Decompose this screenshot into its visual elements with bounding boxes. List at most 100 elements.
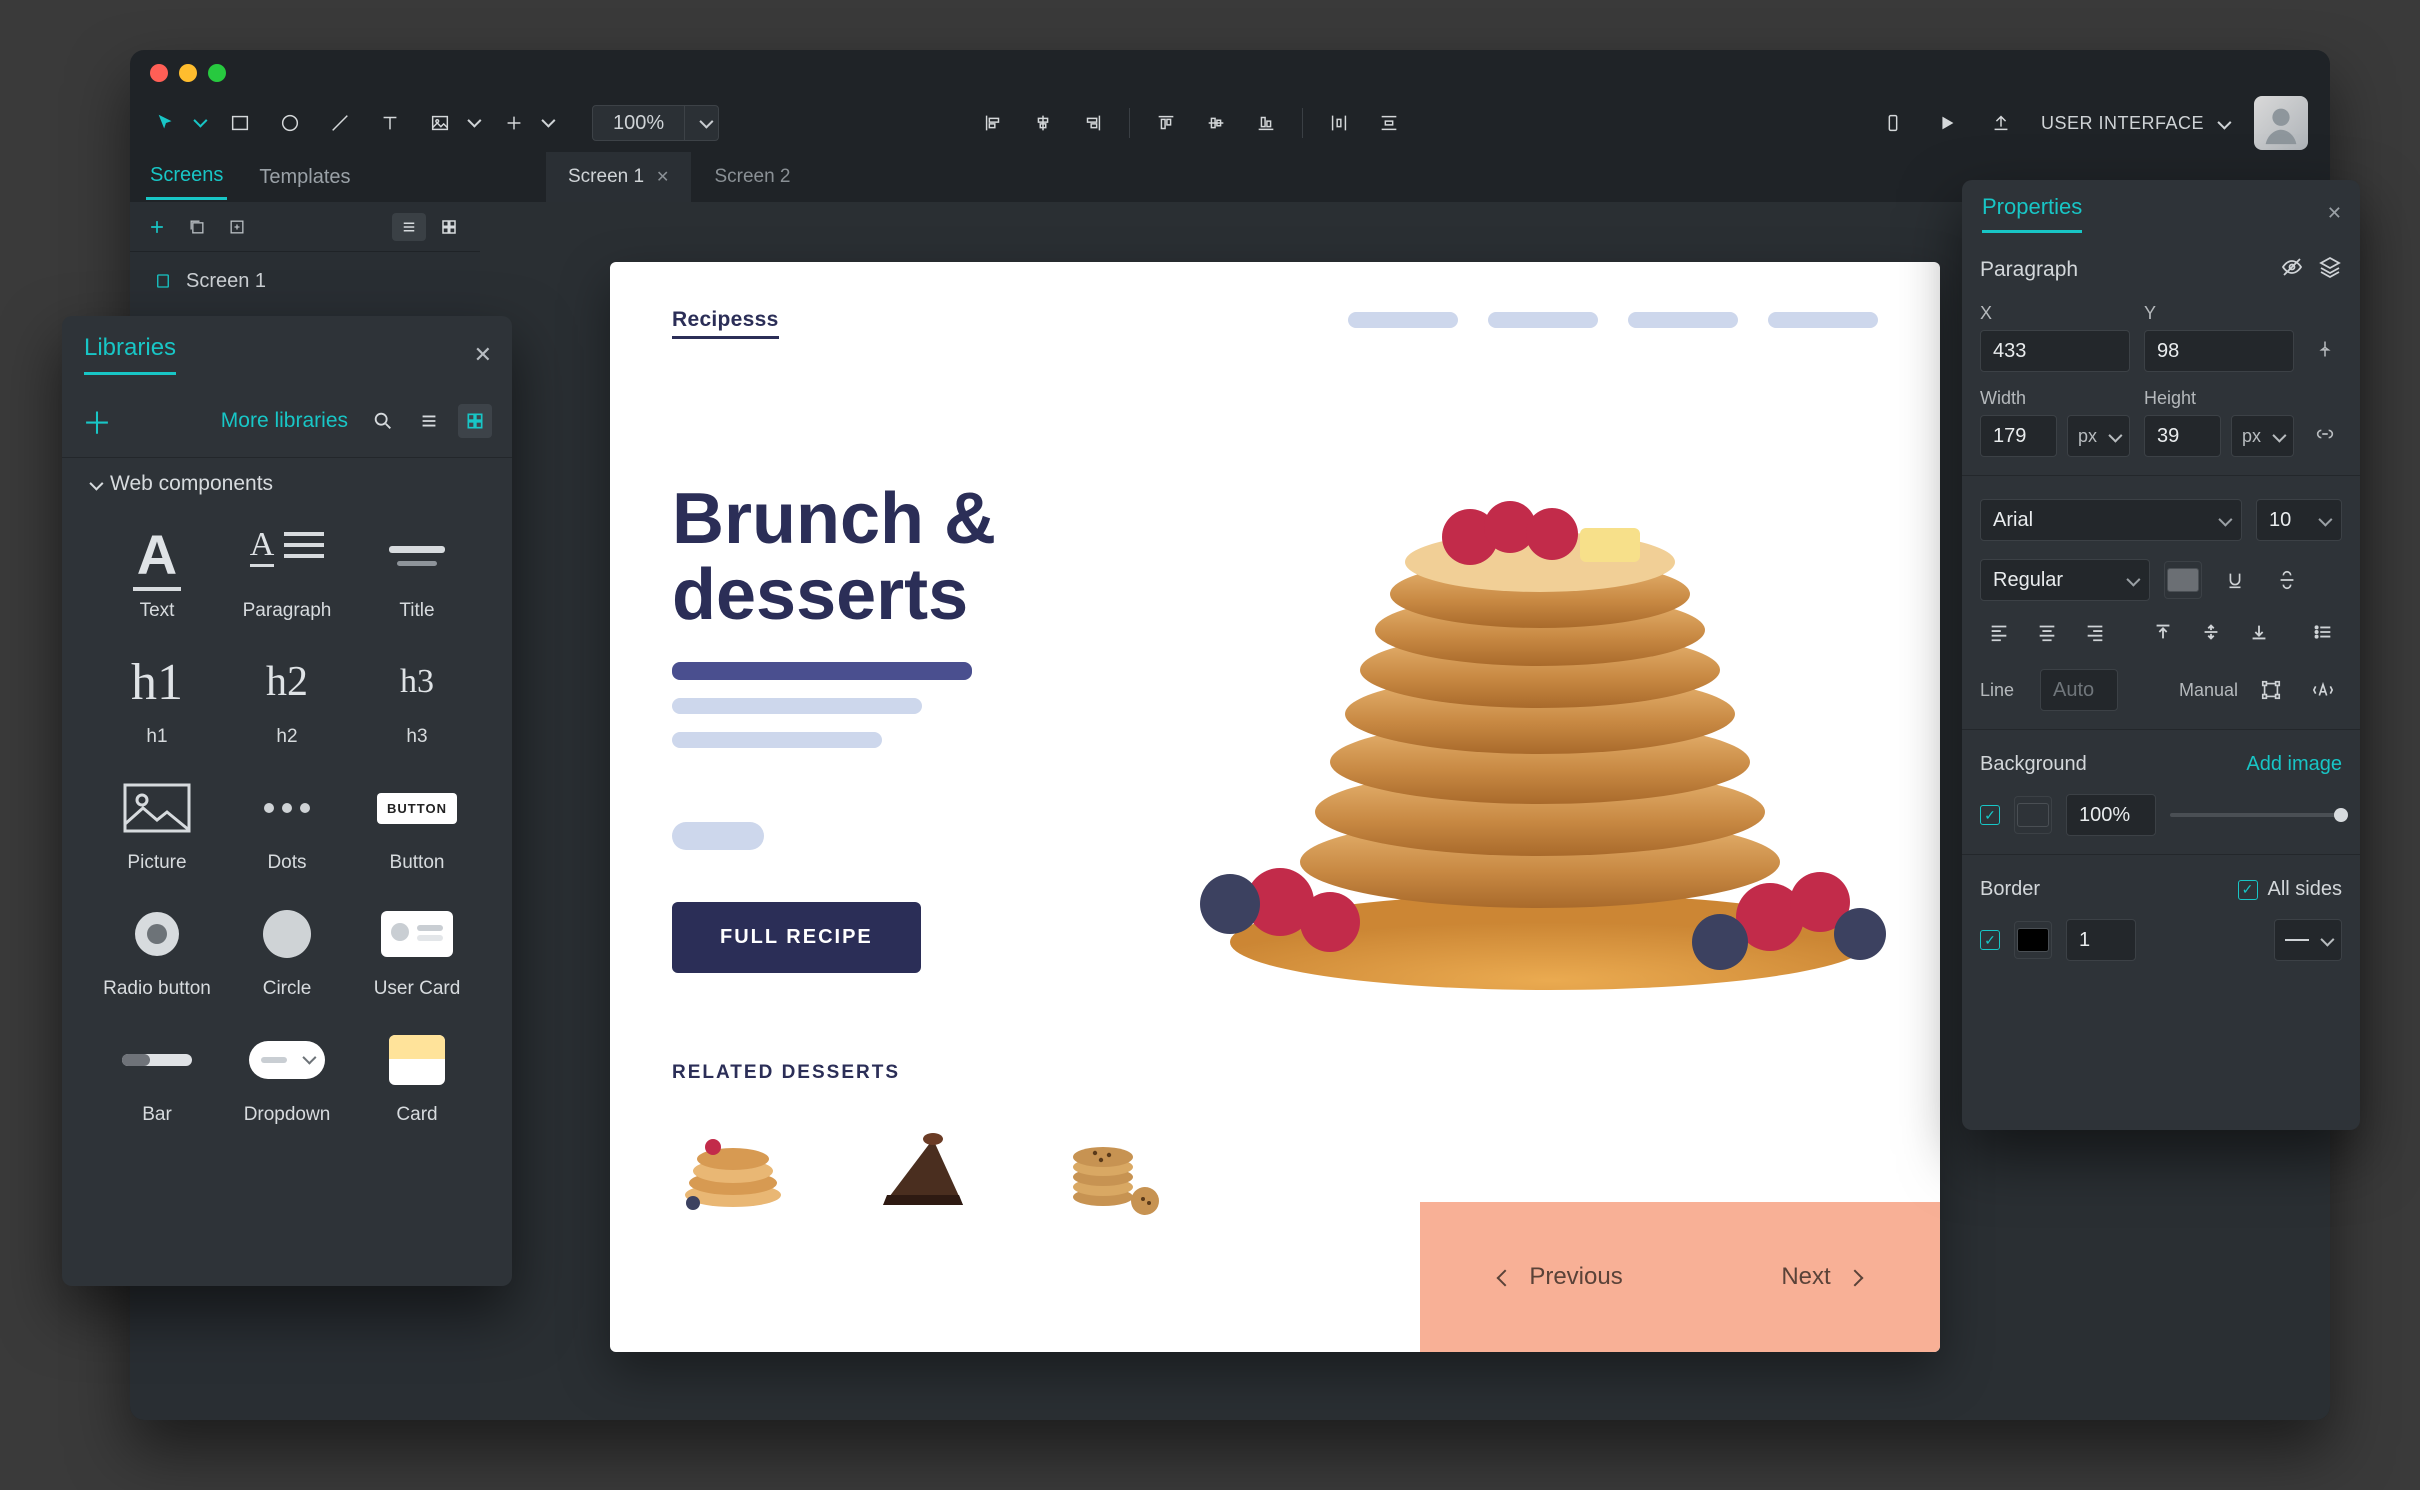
brand-logo-text[interactable]: Recipesss <box>672 308 779 339</box>
upload-icon[interactable] <box>1987 109 2015 137</box>
font-weight-select[interactable]: Regular <box>1980 559 2150 601</box>
duplicate-screen-icon[interactable] <box>184 214 210 240</box>
zoom-dropdown[interactable] <box>684 106 718 140</box>
background-enabled-checkbox[interactable]: ✓ <box>1980 805 2000 825</box>
text-color-swatch[interactable] <box>2164 561 2202 599</box>
font-family-select[interactable]: Arial <box>1980 499 2242 541</box>
related-thumb-cookies[interactable] <box>1038 1102 1188 1232</box>
text-align-center-icon[interactable] <box>2028 613 2066 651</box>
page-headline[interactable]: Brunch & desserts <box>672 482 996 633</box>
distribute-v-icon[interactable] <box>1375 109 1403 137</box>
line-tool-icon[interactable] <box>326 109 354 137</box>
component-h3[interactable]: h3h3 <box>352 652 482 748</box>
screen-item[interactable]: Screen 1 <box>146 260 464 303</box>
align-left-icon[interactable] <box>979 109 1007 137</box>
pin-icon[interactable] <box>2308 332 2342 366</box>
pager-next[interactable]: Next <box>1781 1263 1860 1291</box>
unit-width-dropdown[interactable]: px <box>2067 415 2130 457</box>
vertical-align-bottom-icon[interactable] <box>2240 613 2278 651</box>
ellipse-tool-icon[interactable] <box>276 109 304 137</box>
input-x[interactable]: 433 <box>1980 330 2130 372</box>
component-button[interactable]: BUTTONButton <box>352 778 482 874</box>
input-height[interactable]: 39 <box>2144 415 2221 457</box>
component-circle[interactable]: Circle <box>222 904 352 1000</box>
libraries-panel[interactable]: Libraries ✕ ＋ More libraries Web compone… <box>62 316 512 1286</box>
add-tool-icon[interactable] <box>500 109 528 137</box>
text-align-left-icon[interactable] <box>1980 613 2018 651</box>
vertical-align-top-icon[interactable] <box>2144 613 2182 651</box>
more-libraries-link[interactable]: More libraries <box>221 409 348 433</box>
font-size-select[interactable]: 10 <box>2256 499 2342 541</box>
list-icon[interactable] <box>2304 613 2342 651</box>
close-icon[interactable]: ✕ <box>2327 203 2342 224</box>
component-dropdown[interactable]: Dropdown <box>222 1030 352 1126</box>
document-tab-2[interactable]: Screen 2 <box>692 152 813 202</box>
component-picture[interactable]: Picture <box>92 778 222 874</box>
tab-templates[interactable]: Templates <box>255 156 354 199</box>
component-radio[interactable]: Radio button <box>92 904 222 1000</box>
layers-icon[interactable] <box>2318 255 2342 285</box>
add-screen-icon[interactable] <box>144 214 170 240</box>
workspace-selector[interactable]: USER INTERFACE <box>2041 113 2228 134</box>
border-color-swatch[interactable] <box>2014 921 2052 959</box>
document-tab-1[interactable]: Screen 1 ✕ <box>546 152 692 202</box>
list-view-icon[interactable] <box>412 404 446 438</box>
image-tool-icon[interactable] <box>426 109 454 137</box>
unit-height-dropdown[interactable]: px <box>2231 415 2294 457</box>
input-y[interactable]: 98 <box>2144 330 2294 372</box>
related-thumb-pancakes[interactable] <box>658 1102 808 1232</box>
tab-screens[interactable]: Screens <box>146 154 227 200</box>
auto-width-icon[interactable] <box>2304 671 2342 709</box>
component-h2[interactable]: h2h2 <box>222 652 352 748</box>
pointer-tool-icon[interactable] <box>152 109 180 137</box>
component-title[interactable]: Title <box>352 526 482 622</box>
library-section-toggle[interactable]: Web components <box>84 472 490 496</box>
line-height-input[interactable]: Auto <box>2040 669 2118 711</box>
close-tab-icon[interactable]: ✕ <box>656 167 669 187</box>
user-avatar[interactable] <box>2254 96 2308 150</box>
list-view-icon[interactable] <box>392 213 426 241</box>
window-close-button[interactable] <box>150 64 168 82</box>
align-bottom-icon[interactable] <box>1252 109 1280 137</box>
properties-panel[interactable]: Properties ✕ Paragraph X433 Y98 Width 17… <box>1962 180 2360 1130</box>
add-image-link[interactable]: Add image <box>2246 753 2342 776</box>
device-preview-icon[interactable] <box>1879 109 1907 137</box>
search-icon[interactable] <box>366 404 400 438</box>
paragraph-placeholder[interactable] <box>672 662 972 766</box>
artboard[interactable]: Recipesss Brunch & desserts FULL RECIPE <box>610 262 1940 1352</box>
component-card[interactable]: Card <box>352 1030 482 1126</box>
align-top-icon[interactable] <box>1152 109 1180 137</box>
vertical-align-middle-icon[interactable] <box>2192 613 2230 651</box>
underline-icon[interactable] <box>2216 561 2254 599</box>
text-tool-icon[interactable] <box>376 109 404 137</box>
image-tool-menu[interactable] <box>462 114 478 132</box>
hero-image[interactable] <box>1160 442 1900 1012</box>
bounding-box-icon[interactable] <box>2252 671 2290 709</box>
close-icon[interactable]: ✕ <box>474 342 492 368</box>
add-library-icon[interactable]: ＋ <box>82 399 112 443</box>
link-dimensions-icon[interactable] <box>2308 417 2342 451</box>
import-screen-icon[interactable] <box>224 214 250 240</box>
border-style-dropdown[interactable] <box>2274 919 2342 961</box>
component-paragraph[interactable]: AParagraph <box>222 526 352 622</box>
component-text[interactable]: AText <box>92 526 222 622</box>
align-center-h-icon[interactable] <box>1029 109 1057 137</box>
add-tool-menu[interactable] <box>536 114 552 132</box>
grid-view-icon[interactable] <box>458 404 492 438</box>
component-dots[interactable]: Dots <box>222 778 352 874</box>
visibility-toggle-icon[interactable] <box>2280 255 2304 285</box>
related-thumb-cake[interactable] <box>848 1102 998 1232</box>
rectangle-tool-icon[interactable] <box>226 109 254 137</box>
background-opacity-input[interactable]: 100% <box>2066 794 2156 836</box>
tag-placeholder[interactable] <box>672 822 764 850</box>
window-minimize-button[interactable] <box>179 64 197 82</box>
background-opacity-slider[interactable] <box>2170 813 2342 817</box>
text-align-right-icon[interactable] <box>2076 613 2114 651</box>
border-enabled-checkbox[interactable]: ✓ <box>1980 930 2000 950</box>
all-sides-checkbox[interactable]: ✓ <box>2238 880 2258 900</box>
align-right-icon[interactable] <box>1079 109 1107 137</box>
play-icon[interactable] <box>1933 109 1961 137</box>
distribute-h-icon[interactable] <box>1325 109 1353 137</box>
pager-previous[interactable]: Previous <box>1499 1263 1622 1291</box>
align-middle-v-icon[interactable] <box>1202 109 1230 137</box>
